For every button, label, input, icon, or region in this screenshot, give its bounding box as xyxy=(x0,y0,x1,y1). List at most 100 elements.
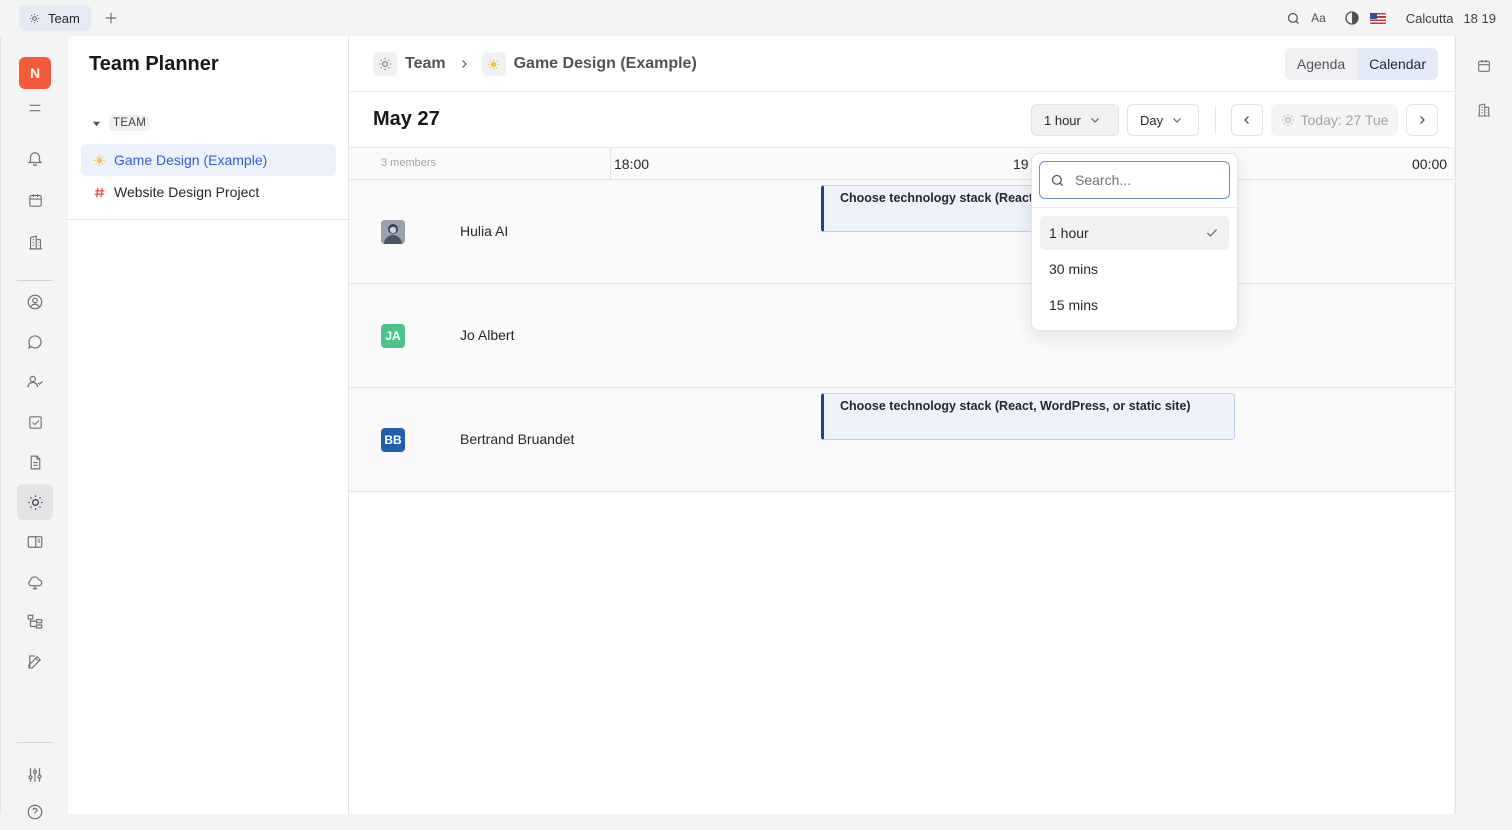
member-name: Hulia AI xyxy=(460,223,509,239)
toolbar-divider xyxy=(1215,106,1216,134)
team-group-toggle[interactable]: TEAM xyxy=(92,115,151,131)
member-name: Bertrand Bruandet xyxy=(460,431,575,447)
chevron-left-icon xyxy=(1241,114,1253,126)
icon-rail: N xyxy=(0,36,68,820)
tab-agenda[interactable]: Agenda xyxy=(1285,48,1357,80)
us-flag-icon[interactable] xyxy=(1369,12,1386,24)
sidebar: Team Planner TEAM Game Design (Example) … xyxy=(68,36,349,814)
breadcrumb-root[interactable]: Team xyxy=(405,55,446,73)
breadcrumb: Team Game Design (Example) xyxy=(373,52,697,76)
option-label: 1 hour xyxy=(1049,225,1089,241)
calendar-icon[interactable] xyxy=(17,182,53,218)
date-title: May 27 xyxy=(373,108,440,130)
breadcrumb-current[interactable]: Game Design (Example) xyxy=(514,55,697,73)
clock-label: 18 19 xyxy=(1463,10,1496,26)
sidebar-item-game-design[interactable]: Game Design (Example) xyxy=(81,144,336,176)
chat-icon[interactable] xyxy=(17,324,53,360)
checkbox-icon[interactable] xyxy=(17,404,53,440)
interval-value: 1 hour xyxy=(1044,112,1081,128)
prev-button[interactable] xyxy=(1231,104,1263,136)
sidebar-item-website-design[interactable]: Website Design Project xyxy=(81,176,336,208)
avatar: JA xyxy=(381,324,405,348)
option-label: 15 mins xyxy=(1049,297,1099,313)
sidebar-item-label: Game Design (Example) xyxy=(114,152,268,168)
sidebar-divider xyxy=(68,219,349,220)
contrast-icon[interactable] xyxy=(1344,10,1360,26)
top-right-controls: Aa Calcutta 18 19 xyxy=(1286,8,1496,28)
tab-calendar[interactable]: Calendar xyxy=(1357,48,1438,80)
next-button[interactable] xyxy=(1406,104,1438,136)
chevron-down-icon xyxy=(1089,114,1101,126)
user-circle-icon[interactable] xyxy=(17,284,53,320)
option-15-mins[interactable]: 15 mins xyxy=(1040,288,1229,322)
main-panel: Team Game Design (Example) Agenda Calend… xyxy=(349,36,1454,814)
interval-select[interactable]: 1 hour xyxy=(1031,104,1119,136)
range-select[interactable]: Day xyxy=(1127,104,1199,136)
search-icon[interactable] xyxy=(1286,11,1301,26)
building-icon[interactable] xyxy=(1476,102,1492,118)
calendar-grid: 3 members 18:00 19 00:00 Hulia AI Choose… xyxy=(349,148,1454,492)
avatar: BB xyxy=(381,428,405,452)
hash-icon xyxy=(93,186,106,199)
building-icon[interactable] xyxy=(17,224,53,260)
sun-icon[interactable] xyxy=(17,484,53,520)
sidebar-item-label: Website Design Project xyxy=(114,184,260,200)
calendar-toolbar: May 27 1 hour Day Today: 27 Tue xyxy=(349,92,1454,148)
table-row: Hulia AI Choose technology stack (React,… xyxy=(349,180,1454,284)
option-30-mins[interactable]: 30 mins xyxy=(1040,252,1229,286)
dropdown-search[interactable] xyxy=(1039,161,1230,199)
location-label: Calcutta xyxy=(1405,10,1454,26)
bell-icon[interactable] xyxy=(17,140,53,176)
option-1-hour[interactable]: 1 hour xyxy=(1040,216,1229,250)
search-icon xyxy=(1050,173,1065,188)
chevron-right-icon xyxy=(458,58,470,70)
chevron-down-icon xyxy=(1171,114,1183,126)
menu-icon[interactable] xyxy=(17,90,53,126)
sliders-icon[interactable] xyxy=(17,757,53,793)
today-button[interactable]: Today: 27 Tue xyxy=(1271,104,1398,136)
tab-team[interactable]: Team xyxy=(19,5,91,31)
page-header: Team Game Design (Example) Agenda Calend… xyxy=(349,36,1454,92)
sun-icon xyxy=(373,52,397,76)
help-icon[interactable] xyxy=(17,794,53,830)
check-icon xyxy=(1205,226,1219,240)
members-count: 3 members xyxy=(381,157,437,169)
top-bar: Team Aa Calcutta 18 19 xyxy=(0,0,1512,36)
table-row: JA Jo Albert xyxy=(349,284,1454,388)
avatar xyxy=(381,220,405,244)
caret-down-icon xyxy=(92,119,101,128)
range-value: Day xyxy=(1140,112,1164,128)
sun-icon xyxy=(1281,113,1295,127)
today-label: Today: 27 Tue xyxy=(1300,112,1389,128)
chevron-right-icon xyxy=(1416,114,1428,126)
book-icon[interactable] xyxy=(17,524,53,560)
team-group-label: TEAM xyxy=(109,115,151,131)
sun-emoji-icon xyxy=(93,154,106,167)
add-tab-icon[interactable] xyxy=(102,9,120,27)
workspace-avatar[interactable]: N xyxy=(19,57,51,89)
time-label: 18:00 xyxy=(614,156,650,172)
sun-emoji-icon xyxy=(481,52,506,76)
calendar-icon[interactable] xyxy=(1476,58,1492,74)
tab-label: Team xyxy=(48,10,80,26)
edit-icon[interactable] xyxy=(17,644,53,680)
cloud-icon[interactable] xyxy=(17,564,53,600)
event-block[interactable]: Choose technology stack (React, WordPres… xyxy=(821,393,1235,440)
table-row: BB Bertrand Bruandet Choose technology s… xyxy=(349,388,1454,492)
sidebar-title: Team Planner xyxy=(89,53,219,75)
search-input[interactable] xyxy=(1075,172,1215,188)
sun-icon xyxy=(29,13,40,24)
rail-divider xyxy=(17,280,53,281)
rail-divider-bottom xyxy=(17,742,53,743)
hierarchy-icon[interactable] xyxy=(17,604,53,640)
event-block[interactable]: Choose technology stack (React, WordPres… xyxy=(821,185,1033,232)
right-rail xyxy=(1455,36,1512,814)
view-toggle: Agenda Calendar xyxy=(1284,48,1438,80)
font-toggle[interactable]: Aa xyxy=(1311,11,1326,25)
interval-dropdown: 1 hour 30 mins 15 mins xyxy=(1031,153,1238,331)
users-icon[interactable] xyxy=(17,364,53,400)
time-label: 19 xyxy=(1013,156,1029,172)
document-icon[interactable] xyxy=(17,444,53,480)
dropdown-divider xyxy=(1032,207,1237,208)
time-label: 00:00 xyxy=(1412,156,1448,172)
